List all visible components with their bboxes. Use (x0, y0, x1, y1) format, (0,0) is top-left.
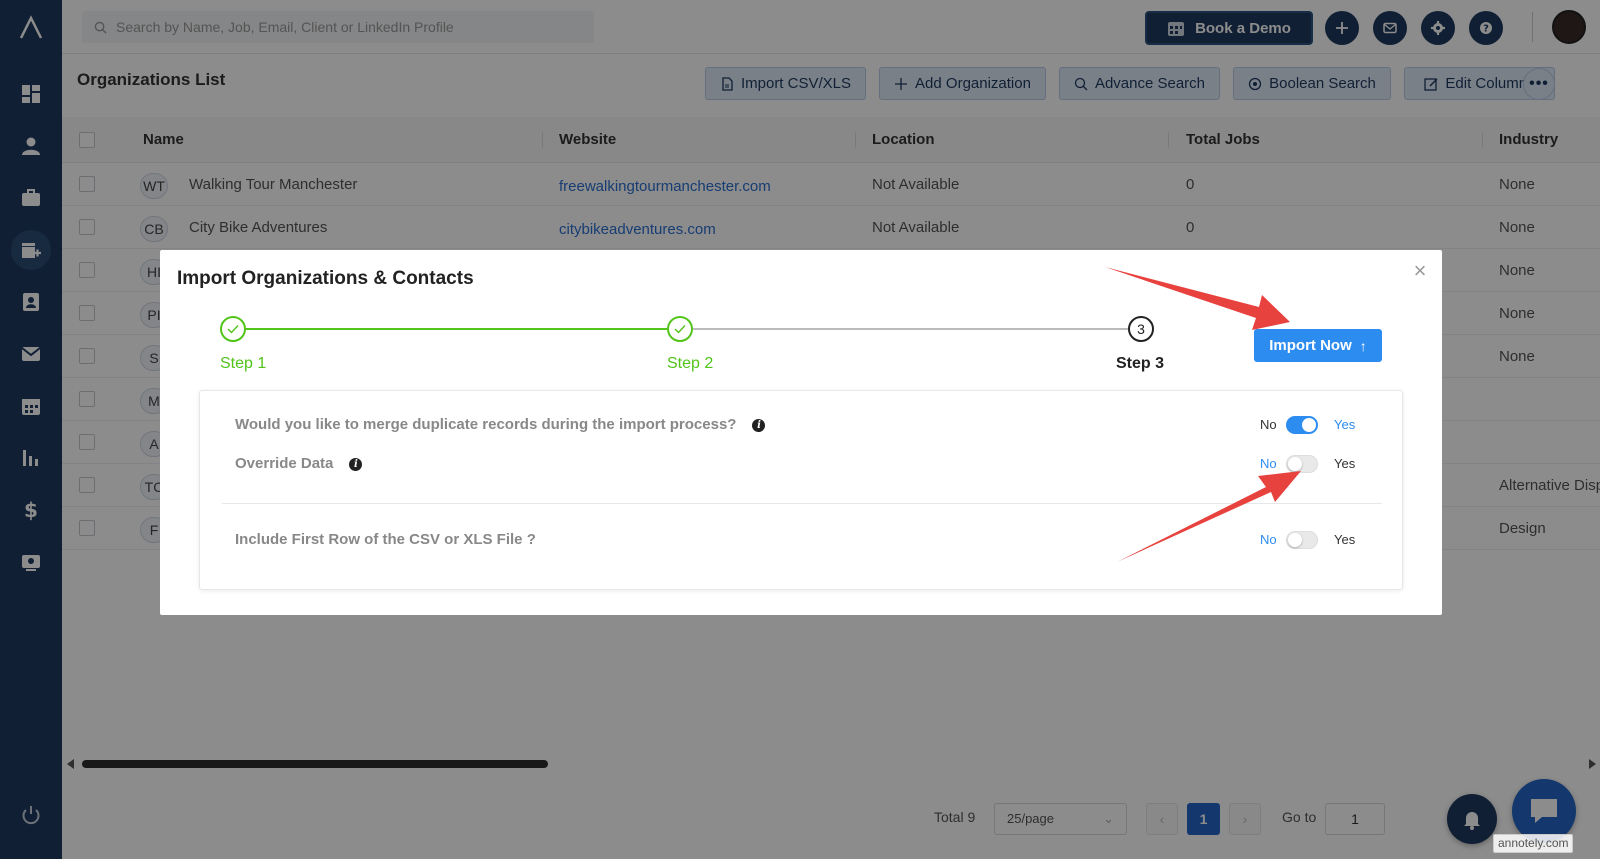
step-2-label: Step 2 (667, 355, 714, 372)
info-icon[interactable]: i (752, 418, 766, 432)
step-3-number: 3 (1128, 316, 1154, 342)
merge-duplicates-label: Would you like to merge duplicate record… (235, 416, 737, 433)
step-1-label: Step 1 (220, 355, 267, 372)
override-data-switch[interactable] (1286, 455, 1318, 473)
import-now-label: Import Now (1269, 337, 1352, 354)
options-divider (222, 503, 1382, 504)
step-connector-complete (233, 328, 667, 330)
override-data-option: Override Data i (235, 455, 363, 472)
close-icon[interactable]: × (1410, 260, 1430, 282)
import-now-button[interactable]: Import Now ↑ (1254, 329, 1382, 362)
info-icon[interactable]: i (349, 457, 363, 471)
override-data-toggle[interactable]: No Yes (1260, 454, 1360, 474)
include-first-row-switch[interactable] (1286, 531, 1318, 549)
import-modal: Import Organizations & Contacts × 3 Step… (160, 250, 1442, 615)
merge-duplicates-toggle[interactable]: No Yes (1260, 415, 1360, 435)
step-3-label: Step 3 (1116, 355, 1165, 372)
arrow-up-icon: ↑ (1359, 337, 1367, 354)
include-first-row-label: Include First Row of the CSV or XLS File… (235, 531, 536, 548)
modal-title: Import Organizations & Contacts (177, 268, 474, 289)
step-connector-pending (693, 328, 1128, 330)
switch-knob (1302, 418, 1316, 432)
merge-duplicates-switch[interactable] (1286, 416, 1318, 434)
merge-duplicates-option: Would you like to merge duplicate record… (235, 416, 766, 433)
include-first-row-toggle[interactable]: No Yes (1260, 530, 1360, 550)
toggle-no-label: No (1260, 532, 1277, 547)
toggle-yes-label: Yes (1334, 532, 1356, 547)
override-data-label: Override Data (235, 455, 334, 472)
step-1-check-icon (220, 316, 246, 342)
include-first-row-option: Include First Row of the CSV or XLS File… (235, 531, 536, 548)
switch-knob (1288, 457, 1302, 471)
toggle-no-label: No (1260, 456, 1277, 471)
toggle-yes-label: Yes (1334, 456, 1356, 471)
step-2-check-icon (667, 316, 693, 342)
toggle-yes-label: Yes (1334, 417, 1356, 432)
switch-knob (1288, 533, 1302, 547)
annotely-watermark: annotely.com (1493, 834, 1574, 853)
import-options-panel: Would you like to merge duplicate record… (199, 390, 1403, 590)
toggle-no-label: No (1260, 417, 1277, 432)
